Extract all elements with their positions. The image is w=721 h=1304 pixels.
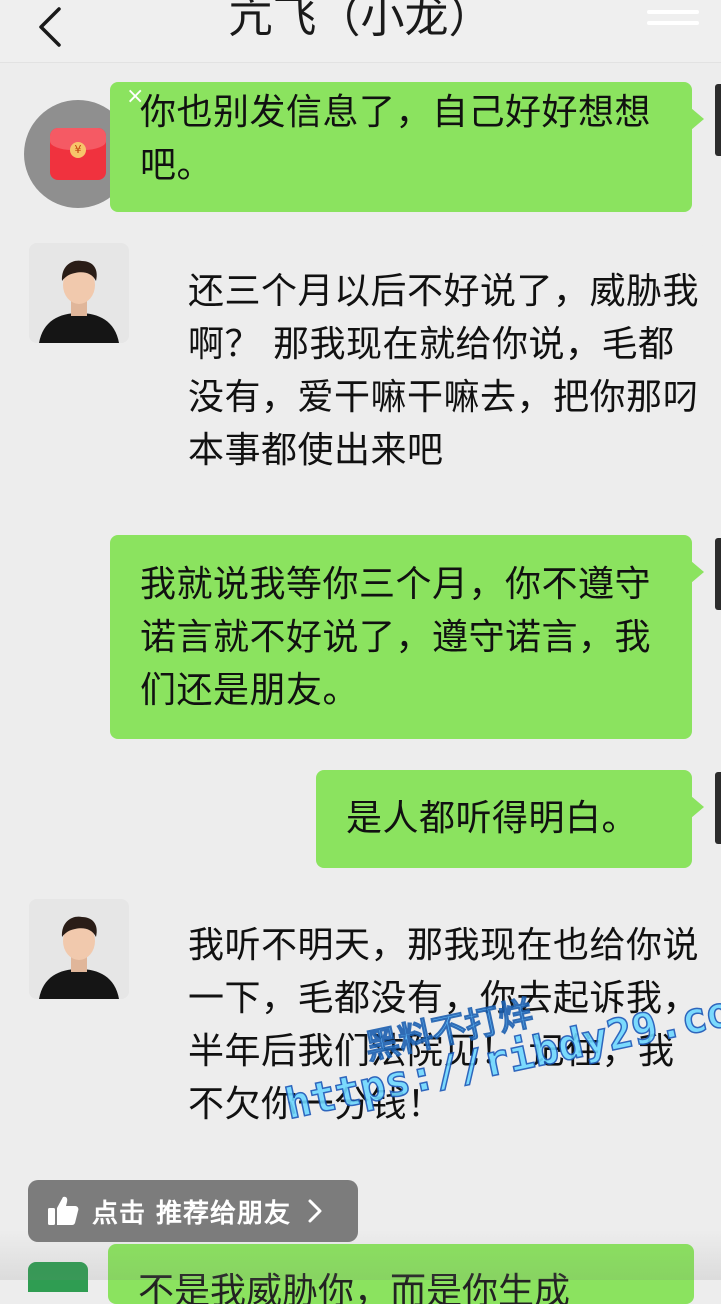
menu-line-icon: [647, 21, 699, 25]
my-avatar[interactable]: [715, 84, 721, 156]
chat-title: 亢飞（小龙）: [228, 0, 493, 43]
red-packet-icon: ¥: [50, 128, 106, 180]
message-text: 你也别发信息了，自己好好想想吧。: [140, 92, 652, 186]
message-bubble-received[interactable]: 还三个月以后不好说了，威胁我啊？ 那我现在就给你说，毛都没有，爱干嘛干嘛去，把你…: [148, 243, 705, 483]
person-avatar-icon: [29, 899, 129, 999]
message-bubble-sent[interactable]: 你也别发信息了，自己好好想想吧。: [110, 82, 704, 212]
message-text: 是人都听得明白。: [346, 798, 639, 839]
menu-line-icon: [647, 10, 699, 14]
thumbs-up-icon: [48, 1196, 79, 1225]
message-text: 还三个月以后不好说了，威胁我啊？ 那我现在就给你说，毛都没有，爱干嘛干嘛去，把你…: [188, 271, 700, 471]
message-text: 我就说我等你三个月，你不遵守诺言就不好说了，遵守诺言，我们还是朋友。: [140, 564, 652, 711]
bottom-badge: [28, 1262, 88, 1292]
chevron-right-icon: [308, 1199, 322, 1223]
message-bubble-sent[interactable]: 我就说我等你三个月，你不遵守诺言就不好说了，遵守诺言，我们还是朋友。: [110, 535, 704, 739]
close-icon[interactable]: ×: [126, 84, 144, 109]
chat-header: 亢飞（小龙）: [0, 0, 721, 63]
contact-avatar[interactable]: [29, 899, 129, 999]
contact-avatar[interactable]: [29, 243, 129, 343]
recommend-to-friends-button[interactable]: 点击 推荐给朋友: [28, 1180, 358, 1242]
more-menu-button[interactable]: [647, 10, 699, 30]
red-packet-coin: ¥: [70, 142, 86, 158]
my-avatar[interactable]: [715, 772, 721, 844]
message-bubble-sent[interactable]: 不是我威胁你，而是你生成: [108, 1244, 694, 1304]
person-avatar-icon: [29, 243, 129, 343]
recommend-label: 点击 推荐给朋友: [92, 1198, 292, 1229]
message-text: 不是我威胁你，而是你生成: [138, 1271, 571, 1304]
my-avatar[interactable]: [715, 538, 721, 610]
message-bubble-sent[interactable]: 是人都听得明白。: [316, 770, 704, 868]
